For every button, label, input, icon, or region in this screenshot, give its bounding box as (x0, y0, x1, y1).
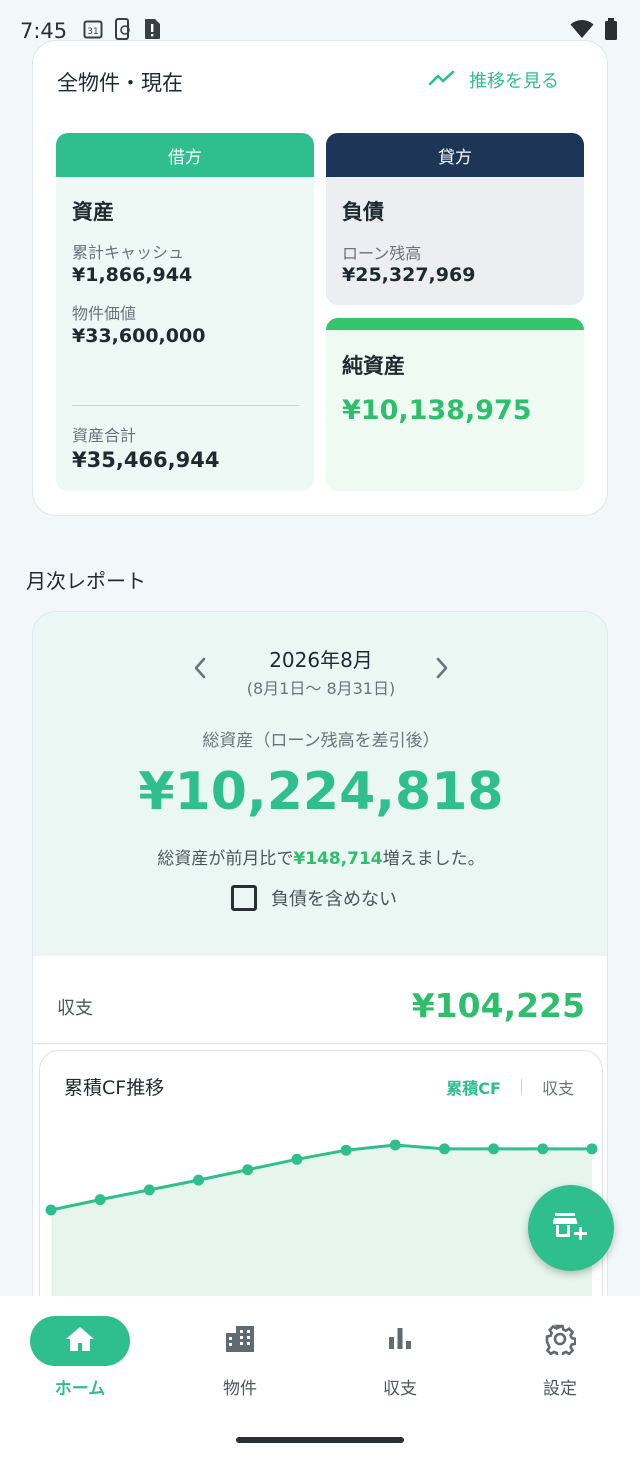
nav-income-label: 収支 (383, 1379, 417, 1399)
monthly-report-title: 月次レポート (26, 569, 146, 593)
tab-income[interactable]: 収支 (542, 1075, 574, 1099)
report-month: 2026年8月 (269, 648, 373, 672)
change-amount: ¥148,714 (293, 849, 383, 869)
trending-up-icon (428, 70, 455, 91)
nav-home[interactable]: ホーム (0, 1316, 160, 1406)
cf-data-point-3[interactable] (193, 1174, 205, 1186)
cf-data-point-6[interactable] (340, 1144, 352, 1156)
nav-properties-pill (190, 1316, 290, 1366)
summary-title: 全物件・現在 (57, 71, 183, 95)
assets-divider (72, 405, 299, 406)
cumulative-cash-value: ¥1,866,944 (72, 264, 193, 286)
loan-balance-label: ローン残高 (342, 244, 422, 263)
total-assets-value: ¥35,466,944 (72, 448, 220, 472)
month-change-message: 総資産が前月比で¥148,714増えました。 (33, 844, 607, 869)
nav-home-pill (30, 1316, 130, 1366)
total-assets-net-value: ¥10,224,818 (138, 762, 504, 822)
loan-balance-value: ¥25,327,969 (342, 264, 476, 286)
cumulative-cf-chart-card: 累積CF推移 累積CF 収支 (39, 1050, 603, 1330)
tab-separator (520, 1079, 522, 1095)
income-row: 収支 ¥104,225 (33, 956, 607, 1044)
bottom-navigation: ホーム 物件 収支 設定 (0, 1296, 640, 1458)
svg-text:31: 31 (87, 27, 98, 37)
bar-chart-icon (386, 1326, 414, 1356)
building-icon (225, 1325, 255, 1357)
chart-title: 累積CF推移 (64, 1077, 165, 1099)
nav-properties-label: 物件 (223, 1379, 257, 1399)
nav-income[interactable]: 収支 (320, 1316, 480, 1406)
property-value: ¥33,600,000 (72, 325, 206, 347)
credit-header: 貸方 (326, 133, 584, 177)
exclude-debt-checkbox[interactable] (231, 885, 257, 911)
cf-data-point-7[interactable] (389, 1139, 401, 1151)
property-value-label: 物件価値 (72, 304, 137, 323)
income-label: 収支 (57, 998, 93, 1019)
cf-data-point-1[interactable] (94, 1194, 106, 1206)
cf-data-point-5[interactable] (291, 1153, 303, 1165)
nav-income-pill (350, 1316, 450, 1366)
cf-data-point-10[interactable] (537, 1143, 549, 1155)
assets-heading: 資産 (72, 200, 114, 224)
add-store-icon (552, 1211, 589, 1245)
cf-data-point-11[interactable] (586, 1143, 598, 1155)
net-assets-heading: 純資産 (342, 354, 405, 378)
exclude-debt-label: 負債を含めない (271, 889, 397, 910)
nav-settings[interactable]: 設定 (480, 1316, 640, 1406)
view-trend-label: 推移を見る (469, 71, 559, 92)
debit-header: 借方 (56, 133, 314, 177)
cf-data-point-9[interactable] (488, 1143, 500, 1155)
home-indicator (236, 1437, 404, 1443)
change-suffix: 増えました。 (382, 849, 485, 869)
nav-home-label: ホーム (54, 1379, 106, 1399)
chart-tabs: 累積CF 収支 (446, 1075, 574, 1099)
report-date-range: (8月1日〜 8月31日) (246, 679, 396, 698)
report-summary: 2026年8月 (8月1日〜 8月31日) 総資産（ローン残高を差引後） ¥10… (33, 612, 607, 956)
exclude-debt-toggle[interactable]: 負債を含めない (231, 885, 397, 911)
net-assets-value: ¥10,138,975 (342, 395, 532, 426)
add-property-button[interactable] (528, 1185, 614, 1271)
cf-data-point-0[interactable] (45, 1204, 57, 1216)
income-value: ¥104,225 (411, 986, 585, 1025)
monthly-report-card: 2026年8月 (8月1日〜 8月31日) 総資産（ローン残高を差引後） ¥10… (32, 611, 608, 1331)
total-assets-net-label: 総資産（ローン残高を差引後） (202, 731, 440, 751)
change-prefix: 総資産が前月比で (157, 849, 294, 869)
cf-data-point-4[interactable] (242, 1164, 254, 1176)
cf-data-point-8[interactable] (438, 1143, 450, 1155)
nav-properties[interactable]: 物件 (160, 1316, 320, 1406)
gear-icon (544, 1323, 577, 1359)
cumulative-cash-label: 累計キャッシュ (72, 243, 185, 262)
tab-cumulative-cf[interactable]: 累積CF (446, 1075, 501, 1099)
home-icon (65, 1326, 95, 1356)
liabilities-heading: 負債 (342, 200, 384, 224)
cf-data-point-2[interactable] (143, 1184, 155, 1196)
nav-settings-pill (510, 1316, 610, 1366)
battery-icon (604, 18, 618, 44)
total-assets-label: 資産合計 (72, 426, 137, 445)
view-trend-link[interactable]: 推移を見る (428, 67, 559, 93)
nav-settings-label: 設定 (543, 1379, 577, 1399)
